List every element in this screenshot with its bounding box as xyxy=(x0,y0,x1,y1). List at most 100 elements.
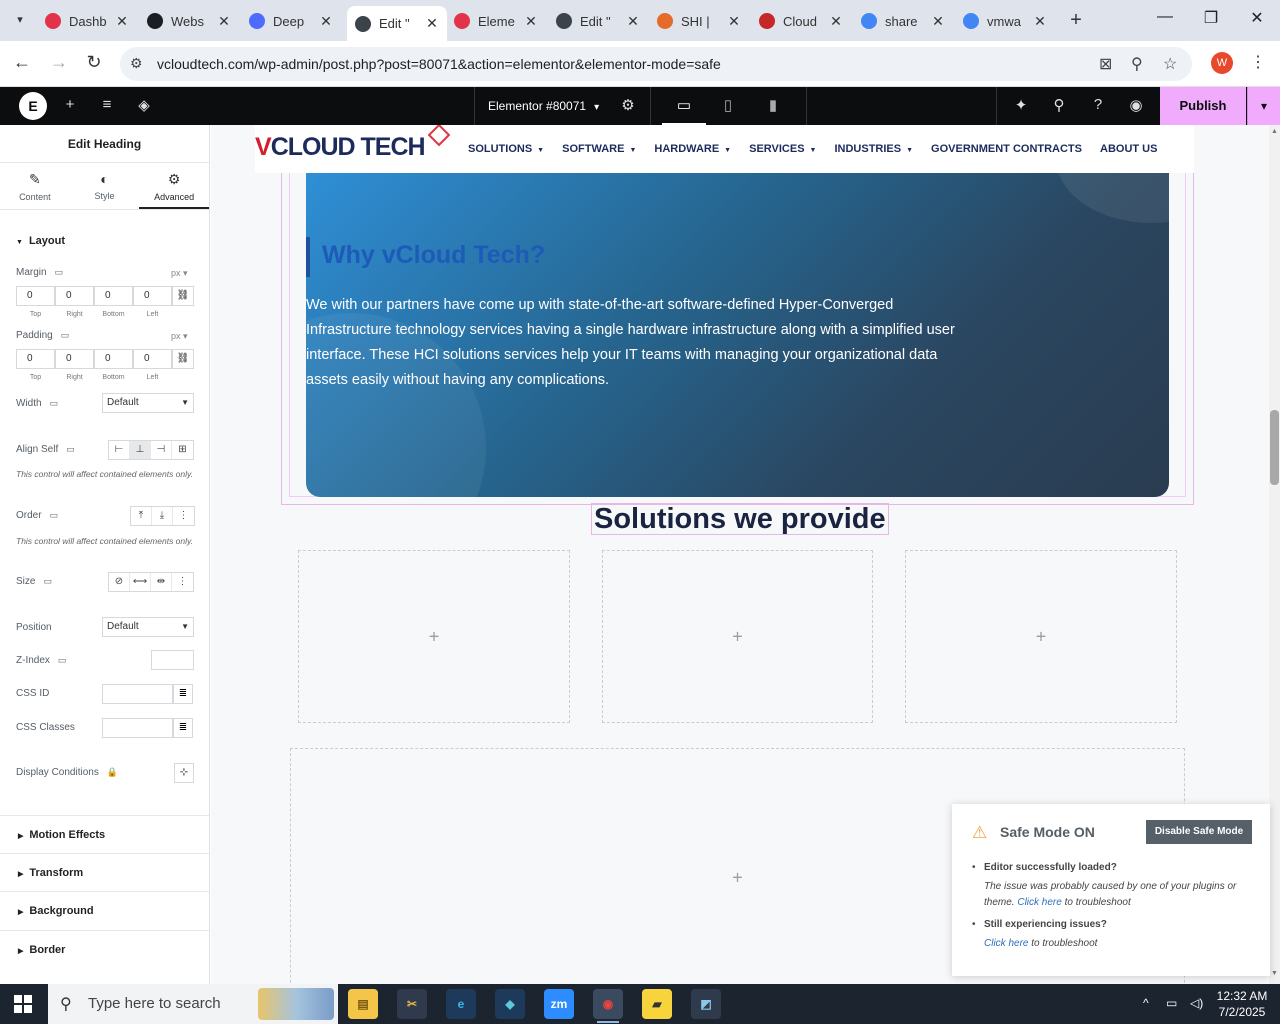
why-section[interactable]: Why vCloud Tech? We with our partners ha… xyxy=(306,173,1169,497)
close-tab-icon[interactable]: ✕ xyxy=(115,13,129,30)
close-tab-icon[interactable]: ✕ xyxy=(626,13,640,30)
app-icon[interactable]: ◆ xyxy=(495,989,525,1019)
monitor-icon[interactable]: ▭ xyxy=(55,267,64,277)
publish-options-chevron-icon[interactable]: ▾ xyxy=(1247,87,1280,125)
width-select[interactable]: Default ▼ xyxy=(102,393,194,413)
padding-bottom-input[interactable]: 0 xyxy=(94,349,133,369)
mobile-view-icon[interactable]: ▮ xyxy=(751,87,795,125)
troubleshoot-link[interactable]: Click here xyxy=(984,938,1028,949)
link-values-icon[interactable]: ⛓ xyxy=(172,349,194,369)
profile-avatar[interactable]: W xyxy=(1211,52,1233,74)
padding-left-input[interactable]: 0 xyxy=(133,349,172,369)
background-section[interactable]: ▶ Background xyxy=(0,891,209,929)
add-widget-plus-icon[interactable]: + xyxy=(1036,626,1047,647)
margin-bottom-input[interactable]: 0 xyxy=(94,286,133,306)
more-options-icon[interactable]: ⋮ xyxy=(173,507,194,525)
menu-item[interactable]: INDUSTRIES ▼ xyxy=(834,143,913,155)
empty-column-placeholder[interactable]: + xyxy=(905,550,1177,723)
bookmark-star-icon[interactable]: ☆ xyxy=(1163,54,1177,74)
add-widget-plus-icon[interactable]: + xyxy=(732,626,743,647)
tab-content[interactable]: ✎ Content xyxy=(0,163,70,209)
tab-style[interactable]: ◐ Style xyxy=(70,163,140,209)
order-end-icon[interactable]: ⤓ xyxy=(152,507,173,525)
minimize-button[interactable]: — xyxy=(1153,8,1177,26)
close-tab-icon[interactable]: ✕ xyxy=(829,13,843,30)
page-settings-gear-icon[interactable]: ⚙ xyxy=(618,96,638,114)
margin-right-input[interactable]: 0 xyxy=(55,286,94,306)
search-icon[interactable]: ⚲ xyxy=(1049,96,1069,114)
padding-top-input[interactable]: 0 xyxy=(16,349,55,369)
desktop-view-icon[interactable]: ▭ xyxy=(662,87,706,125)
margin-left-input[interactable]: 0 xyxy=(133,286,172,306)
publish-button[interactable]: Publish xyxy=(1160,87,1246,125)
menu-item[interactable]: GOVERNMENT CONTRACTS xyxy=(931,143,1082,155)
position-select[interactable]: Default ▼ xyxy=(102,617,194,637)
margin-top-input[interactable]: 0 xyxy=(16,286,55,306)
camera-blocked-icon[interactable]: ⊠ xyxy=(1099,54,1112,74)
browser-tab[interactable]: SHI | ✕ xyxy=(649,6,749,36)
margin-unit-select[interactable]: px ▾ xyxy=(171,268,188,279)
volume-icon[interactable]: ◁) xyxy=(1190,996,1203,1010)
align-center-icon[interactable]: ⊥ xyxy=(130,441,151,459)
scrollbar-thumb[interactable] xyxy=(1270,410,1279,485)
zoom-icon[interactable]: zm xyxy=(544,989,574,1019)
padding-unit-select[interactable]: px ▾ xyxy=(171,331,188,342)
align-start-icon[interactable]: ⊢ xyxy=(109,441,130,459)
edge-icon[interactable]: e xyxy=(446,989,476,1019)
menu-item[interactable]: SOLUTIONS ▼ xyxy=(468,143,544,155)
forward-arrow-icon[interactable]: → xyxy=(47,52,71,73)
close-tab-icon[interactable]: ✕ xyxy=(217,13,231,30)
close-tab-icon[interactable]: ✕ xyxy=(931,13,945,30)
empty-column-placeholder[interactable]: + xyxy=(602,550,873,723)
taskbar-clock[interactable]: 12:32 AM 7/2/2025 xyxy=(1212,988,1272,1020)
menu-item[interactable]: SOFTWARE ▼ xyxy=(562,143,636,155)
transform-section[interactable]: ▶ Transform xyxy=(0,853,209,891)
troubleshoot-link[interactable]: Click here xyxy=(1017,897,1061,908)
close-window-button[interactable]: ✕ xyxy=(1245,8,1269,28)
browser-tab[interactable]: Dashb ✕ xyxy=(37,6,137,36)
css-classes-input[interactable] xyxy=(102,718,173,738)
elementor-logo-icon[interactable]: E xyxy=(19,92,47,120)
close-tab-icon[interactable]: ✕ xyxy=(425,15,439,32)
motion-effects-section[interactable]: ▶ Motion Effects xyxy=(0,815,209,853)
help-icon[interactable]: ? xyxy=(1088,96,1108,113)
add-element-icon[interactable]: + xyxy=(60,96,80,113)
sticky-notes-icon[interactable]: ▰ xyxy=(642,989,672,1019)
close-tab-icon[interactable]: ✕ xyxy=(319,13,333,30)
tablet-view-icon[interactable]: ▯ xyxy=(706,87,750,125)
close-tab-icon[interactable]: ✕ xyxy=(1033,13,1047,30)
notifications-rocket-icon[interactable]: ✦ xyxy=(1011,96,1031,114)
zoom-icon[interactable]: ⚲ xyxy=(1131,54,1143,74)
url-text[interactable]: vcloudtech.com/wp-admin/post.php?post=80… xyxy=(157,56,721,72)
dynamic-tags-icon[interactable]: ≣ xyxy=(173,718,193,738)
none-icon[interactable]: ⊘ xyxy=(109,573,130,591)
why-paragraph[interactable]: We with our partners have come up with s… xyxy=(306,293,956,393)
why-heading[interactable]: Why vCloud Tech? xyxy=(322,241,545,270)
chrome-icon[interactable]: ◉ xyxy=(593,989,623,1023)
order-start-icon[interactable]: ⤒ xyxy=(131,507,152,525)
windows-start-icon[interactable] xyxy=(14,995,32,1013)
tray-chevron-icon[interactable]: ^ xyxy=(1143,996,1149,1010)
align-stretch-icon[interactable]: ⊞ xyxy=(172,441,193,459)
more-options-icon[interactable]: ⋮ xyxy=(172,573,193,591)
browser-tab[interactable]: vmwa ✕ xyxy=(955,6,1055,36)
preview-eye-icon[interactable]: ◉ xyxy=(1126,96,1146,114)
layout-section-toggle[interactable]: ▼ Layout xyxy=(16,235,65,247)
monitor-icon[interactable]: ▭ xyxy=(50,398,59,408)
tab-advanced[interactable]: ⚙ Advanced xyxy=(139,163,209,209)
browser-tab[interactable]: Cloud ✕ xyxy=(751,6,851,36)
add-widget-plus-icon[interactable]: + xyxy=(429,626,440,647)
restore-button[interactable]: ❐ xyxy=(1199,8,1223,28)
browser-tab[interactable]: Edit " ✕ xyxy=(347,6,447,41)
monitor-icon[interactable]: ▭ xyxy=(50,510,59,520)
browser-tab[interactable]: Eleme ✕ xyxy=(446,6,546,36)
border-section[interactable]: ▶ Border xyxy=(0,930,209,968)
menu-item[interactable]: HARDWARE ▼ xyxy=(654,143,731,155)
dynamic-tags-icon[interactable]: ≣ xyxy=(173,684,193,704)
monitor-icon[interactable]: ▭ xyxy=(43,576,52,586)
browser-tab[interactable]: share ✕ xyxy=(853,6,953,36)
app-icon[interactable]: ◩ xyxy=(691,989,721,1019)
menu-item[interactable]: ABOUT US xyxy=(1100,143,1157,155)
reload-icon[interactable]: ↻ xyxy=(82,52,106,73)
browser-tab[interactable]: Edit " ✕ xyxy=(548,6,648,36)
